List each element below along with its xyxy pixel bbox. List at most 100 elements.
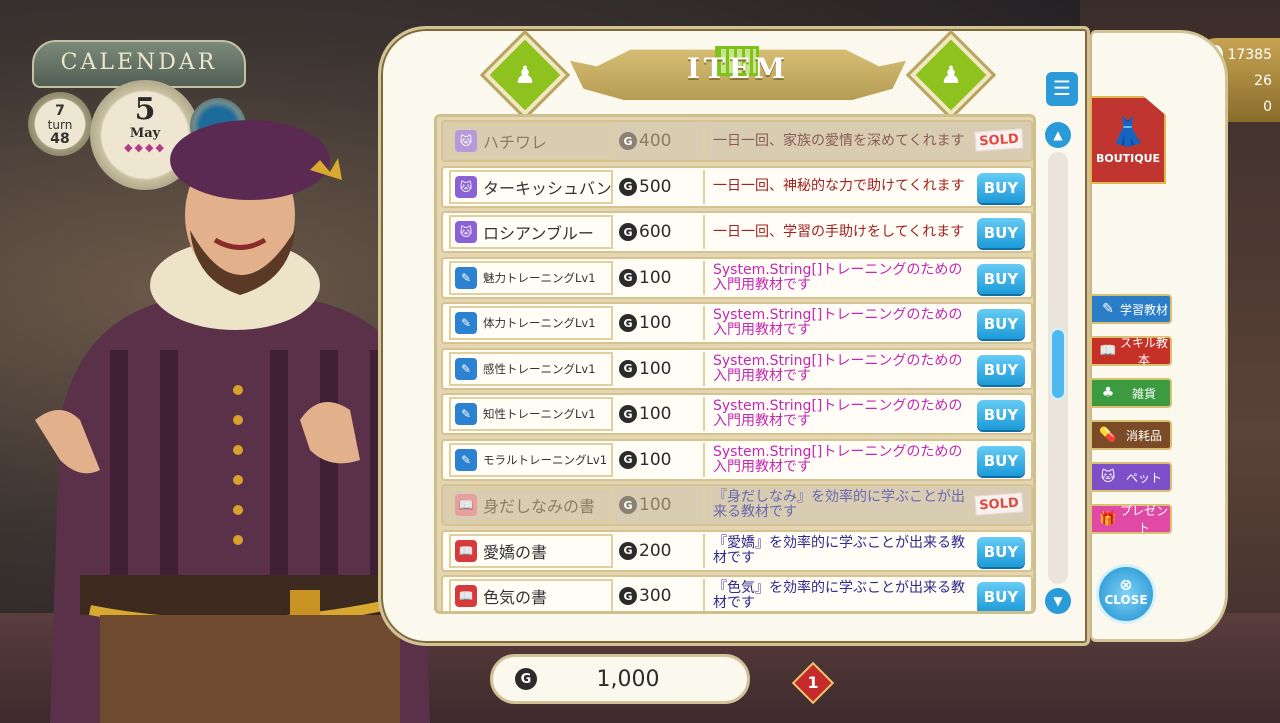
item-row[interactable]: ✎ モラルトレーニングLv1 G 100 System.String[]トレーニ…	[441, 438, 1033, 481]
coin-icon: G	[619, 268, 637, 287]
item-price: 100	[639, 358, 672, 379]
item-price: 300	[639, 586, 672, 606]
buy-button[interactable]: BUY	[977, 582, 1025, 611]
cat-icon: 🐱	[455, 221, 477, 243]
buy-button[interactable]: BUY	[977, 400, 1025, 430]
scroll-down-button[interactable]: ▼	[1045, 588, 1071, 614]
item-price: 600	[639, 222, 672, 242]
pawn-icon: ♟	[514, 61, 536, 89]
close-button[interactable]: ⊗ CLOSE	[1096, 564, 1156, 624]
buy-button[interactable]: BUY	[977, 445, 1025, 476]
item-row[interactable]: ✎ 感性トレーニングLv1 G 100 System.String[]トレーニン…	[441, 347, 1033, 390]
coin-icon: G	[515, 668, 537, 690]
item-price-cell: G 200	[613, 533, 705, 568]
item-description: 一日一回、神秘的な力で助けてくれます	[713, 178, 965, 194]
item-name: ロシアンブルー	[483, 224, 594, 243]
item-row[interactable]: 📖 身だしなみの書 G 100 『身だしなみ』を効率的に学ぶことが出来る教材です…	[441, 484, 1033, 526]
coin-icon: G	[619, 223, 637, 241]
item-name: 身だしなみの書	[483, 497, 596, 516]
category-study-button[interactable]: ✎ 学習教材	[1090, 294, 1172, 324]
coin-icon: G	[619, 359, 637, 378]
item-description: System.String[]トレーニングのための入門用教材です	[713, 398, 963, 429]
coin-icon: G	[619, 450, 637, 469]
item-price-cell: G 100	[613, 488, 705, 522]
item-description: 『愛嬌』を効率的に学ぶことが出来る教材です	[713, 534, 965, 566]
arrow-up-icon: ▲	[1053, 128, 1063, 142]
cat-icon: 🐱	[1100, 469, 1116, 485]
gold-amount: 1,000	[596, 666, 660, 692]
item-row[interactable]: ✎ 魅力トレーニングLv1 G 100 System.String[]トレーニン…	[441, 256, 1033, 299]
category-present-button[interactable]: 🎁 プレゼント	[1090, 504, 1172, 535]
gift-icon: 🎁	[1099, 511, 1117, 527]
buy-button[interactable]: BUY	[977, 354, 1025, 385]
category-goods-button[interactable]: ♣ 雑貨	[1090, 378, 1172, 408]
item-list[interactable]: 🐱 ハチワレ G 400 一日一回、家族の愛情を深めてくれます SOLD 🐱 タ…	[434, 114, 1036, 614]
category-label: 消耗品	[1125, 428, 1162, 443]
pawn-icon: ♟	[940, 61, 962, 89]
item-name-cell: ✎ 感性トレーニングLv1	[449, 351, 613, 386]
close-label: CLOSE	[1104, 593, 1148, 607]
item-name: 色気の書	[483, 588, 548, 607]
book-icon: 📖	[455, 494, 477, 516]
item-row[interactable]: 🐱 ロシアンブルー G 600 一日一回、学習の手助けをしてくれます BUY	[441, 211, 1033, 253]
item-price-cell: G 400	[613, 124, 705, 158]
scroll-up-button[interactable]: ▲	[1045, 122, 1071, 148]
category-skill-button[interactable]: 📖 スキル教本	[1090, 336, 1172, 367]
item-price-cell: G 100	[613, 351, 705, 386]
item-price: 100	[639, 267, 672, 288]
buy-button[interactable]: BUY	[977, 536, 1025, 567]
category-label: プレゼント	[1119, 504, 1168, 535]
study-icon: ✎	[455, 357, 477, 380]
item-price: 100	[639, 449, 672, 470]
item-price: 100	[639, 404, 672, 424]
sold-badge: SOLD	[974, 492, 1024, 516]
buy-button[interactable]: BUY	[977, 263, 1025, 294]
arrow-down-icon: ▼	[1053, 594, 1063, 608]
notification-count: 1	[807, 673, 819, 692]
item-description: 一日一回、家族の愛情を深めてくれます	[713, 132, 965, 149]
close-icon: ⊗	[1119, 575, 1133, 594]
book-icon: 📖	[455, 585, 477, 607]
item-name-cell: 📖 色気の書	[449, 579, 613, 611]
item-name-cell: 🐱 ターキッシュバン	[449, 169, 613, 204]
item-price-cell: G 100	[613, 306, 705, 340]
item-row[interactable]: ✎ 知性トレーニングLv1 G 100 System.String[]トレーニン…	[441, 393, 1033, 435]
book-icon: 📖	[1099, 343, 1117, 359]
sort-icon: ☰	[1053, 76, 1071, 100]
sort-button[interactable]: ☰	[1046, 72, 1078, 106]
coin-icon: G	[619, 541, 637, 560]
item-price: 400	[639, 131, 672, 151]
item-row[interactable]: 🐱 ターキッシュバン G 500 一日一回、神秘的な力で助けてくれます BUY	[441, 165, 1033, 208]
hud-alert-value: 0	[1263, 99, 1272, 115]
boutique-button[interactable]: 👗 BOUTIQUE	[1090, 96, 1166, 184]
cat-icon: 🐱	[455, 175, 477, 198]
scrollbar-thumb[interactable]	[1050, 328, 1066, 400]
study-icon: ✎	[455, 448, 477, 471]
dress-icon: 👗	[1110, 115, 1146, 148]
coin-icon: G	[619, 405, 637, 423]
item-row[interactable]: ✎ 体力トレーニングLv1 G 100 System.String[]トレーニン…	[441, 302, 1033, 344]
item-name: ハチワレ	[483, 133, 548, 152]
pill-icon: 💊	[1099, 427, 1117, 443]
item-row[interactable]: 📖 愛嬌の書 G 200 『愛嬌』を効率的に学ぶことが出来る教材です BUY	[441, 529, 1033, 572]
buy-button[interactable]: BUY	[977, 172, 1025, 203]
item-price: 500	[639, 176, 672, 197]
item-row[interactable]: 🐱 ハチワレ G 400 一日一回、家族の愛情を深めてくれます SOLD	[441, 120, 1033, 162]
category-consumable-button[interactable]: 💊 消耗品	[1090, 420, 1172, 450]
category-pet-button[interactable]: 🐱 ペット	[1090, 462, 1172, 492]
item-name-cell: 📖 愛嬌の書	[449, 533, 613, 568]
item-price-cell: G 600	[613, 215, 705, 249]
item-price-cell: G 100	[613, 397, 705, 431]
item-description: System.String[]トレーニングのための入門用教材です	[713, 352, 963, 384]
buy-button[interactable]: BUY	[977, 309, 1025, 339]
buy-button[interactable]: BUY	[977, 218, 1025, 248]
item-name: 感性トレーニングLv1	[483, 361, 596, 376]
cat-icon: 🐱	[455, 130, 477, 152]
study-icon: ✎	[1102, 301, 1114, 317]
item-price: 100	[639, 495, 672, 515]
study-icon: ✎	[455, 403, 477, 425]
item-row[interactable]: 📖 色気の書 G 300 『色気』を効率的に学ぶことが出来る教材です BUY	[441, 575, 1033, 611]
hud-warn-value: 26	[1254, 73, 1272, 89]
item-description: 一日一回、学習の手助けをしてくれます	[713, 223, 965, 240]
item-price-cell: G 300	[613, 579, 705, 611]
